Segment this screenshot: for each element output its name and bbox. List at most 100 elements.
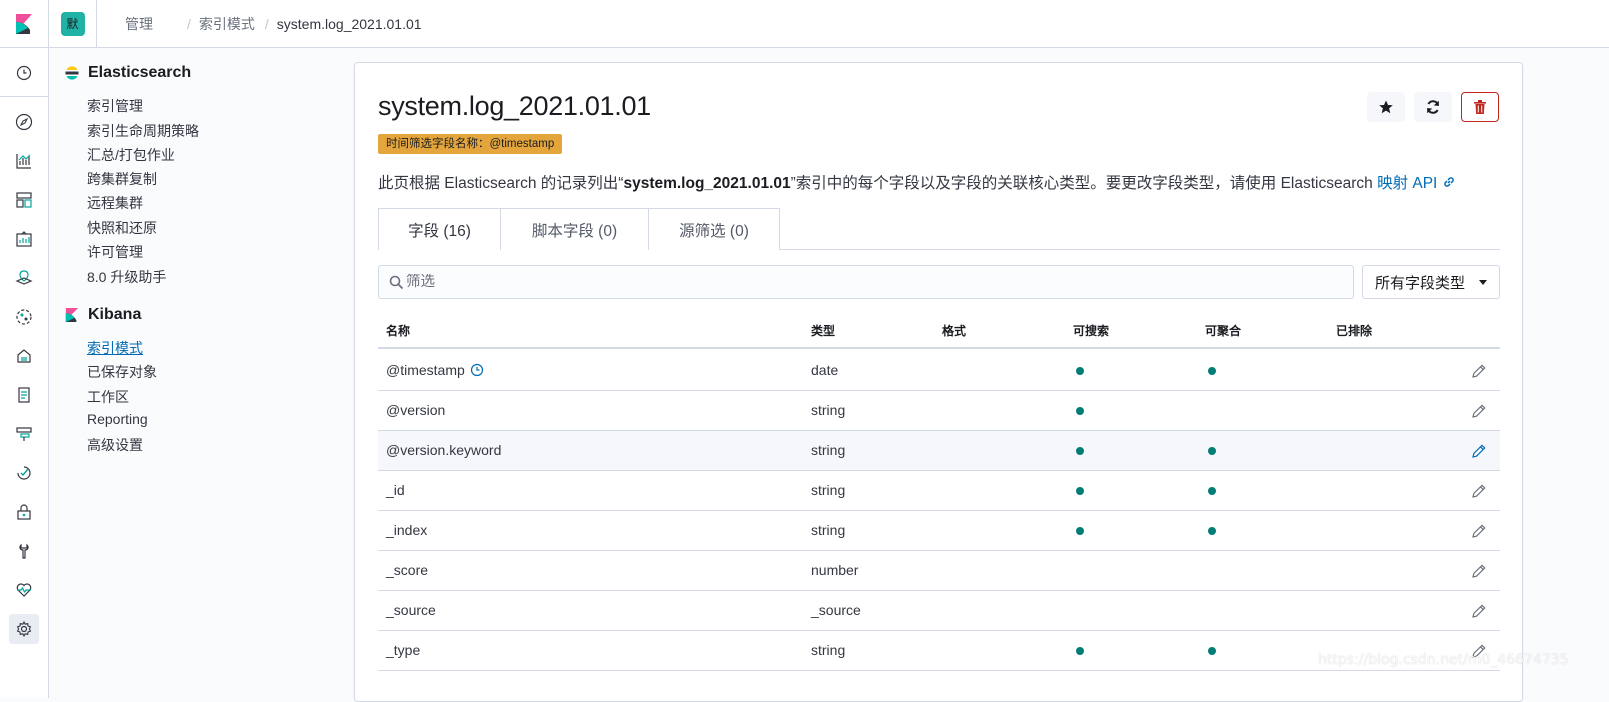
pencil-icon[interactable] (1470, 562, 1488, 580)
aggregatable-dot (1208, 447, 1216, 455)
space-selector[interactable]: 默 (49, 0, 97, 48)
refresh-icon (1427, 100, 1439, 114)
link-icon (1443, 177, 1454, 187)
column-format[interactable]: 格式 (942, 322, 966, 339)
compass-icon[interactable] (9, 107, 39, 137)
menu-item-ilm[interactable]: 索引生命周期策略 (87, 121, 199, 141)
logs-icon[interactable] (9, 380, 39, 410)
menu-item-license[interactable]: 许可管理 (87, 242, 143, 262)
menu-item-snapshot[interactable]: 快照和还原 (87, 218, 157, 238)
breadcrumb-current: system.log_2021.01.01 (276, 15, 422, 32)
field-name-cell: @timestamp (386, 362, 484, 378)
menu-item-ccr[interactable]: 跨集群复制 (87, 169, 157, 189)
mapping-api-link[interactable]: 映射 API (1377, 175, 1456, 192)
field-name: @version.keyword (386, 442, 502, 458)
field-type: string (811, 402, 846, 418)
field-name: @timestamp (386, 362, 465, 378)
searchable-dot (1076, 647, 1084, 655)
visualize-icon[interactable] (9, 146, 39, 176)
tab-scripted-fields[interactable]: 脚本字段 (0) (500, 208, 649, 250)
column-type[interactable]: 类型 (811, 322, 835, 339)
field-name-cell: _id (386, 482, 405, 498)
pencil-icon[interactable] (1470, 362, 1488, 380)
field-type: date (811, 362, 839, 378)
kibana-logo-icon (16, 13, 32, 34)
table-row: _score number (378, 551, 1500, 591)
field-type: string (811, 482, 846, 498)
menu-item-remote-clusters[interactable]: 远程集群 (87, 193, 143, 213)
set-default-button[interactable] (1367, 92, 1405, 122)
pencil-icon[interactable] (1470, 602, 1488, 620)
delete-index-pattern-button[interactable] (1461, 92, 1499, 122)
table-row: _id string (378, 471, 1500, 511)
menu-item-upgrade-assistant[interactable]: 8.0 升级助手 (87, 267, 166, 287)
menu-item-rollup[interactable]: 汇总/打包作业 (87, 145, 175, 165)
searchable-dot (1076, 447, 1084, 455)
kibana-icon (65, 308, 79, 322)
pencil-icon[interactable] (1470, 522, 1488, 540)
field-name-cell: @version.keyword (386, 442, 501, 458)
menu-item-index-patterns[interactable]: 索引模式 (87, 338, 143, 358)
searchable-dot (1076, 527, 1084, 535)
desc-suffix: ”索引中的每个字段以及字段的关联核心类型。要更改字段类型，请使用 Elastic… (790, 175, 1378, 192)
monitoring-icon[interactable] (9, 575, 39, 605)
management-icon[interactable] (9, 614, 39, 644)
table-row: _index string (378, 511, 1500, 551)
field-name-cell: _score (386, 562, 428, 578)
field-type: number (811, 562, 859, 578)
clock-icon[interactable] (9, 58, 39, 88)
ml-icon[interactable] (9, 302, 39, 332)
field-type: string (811, 642, 846, 658)
menu-item-index-management[interactable]: 索引管理 (87, 96, 143, 116)
breadcrumb: 管理 / 索引模式 / system.log_2021.01.01 (125, 14, 422, 34)
trash-icon (1474, 100, 1486, 114)
field-tabs: 字段 (16) 脚本字段 (0) 源筛选 (0) (378, 208, 1500, 250)
space-avatar: 默 (60, 11, 85, 36)
apm-icon[interactable] (9, 419, 39, 449)
field-name: _id (386, 482, 405, 498)
breadcrumb-management[interactable]: 管理 (125, 14, 153, 34)
page-description: 此页根据 Elasticsearch 的记录列出“system.log_2021… (378, 171, 1456, 193)
menu-item-saved-objects[interactable]: 已保存对象 (87, 362, 157, 382)
menu-item-spaces[interactable]: 工作区 (87, 387, 129, 407)
top-bar: 默 管理 / 索引模式 / system.log_2021.01.01 (0, 0, 1609, 48)
column-searchable[interactable]: 可搜索 (1073, 322, 1109, 339)
page-title: system.log_2021.01.01 (378, 91, 651, 121)
refresh-fields-button[interactable] (1414, 92, 1452, 122)
tab-source-filters[interactable]: 源筛选 (0) (648, 208, 780, 250)
menu-item-advanced-settings[interactable]: 高级设置 (87, 435, 143, 455)
kibana-logo[interactable] (0, 0, 49, 48)
table-row: _source _source (378, 591, 1500, 631)
siem-icon[interactable] (9, 497, 39, 527)
aggregatable-dot (1208, 487, 1216, 495)
field-name: _source (386, 602, 436, 618)
dev-tools-icon[interactable] (9, 536, 39, 566)
field-type-select-value: 所有字段类型 (1375, 274, 1466, 292)
kibana-section-title: Kibana (65, 306, 141, 324)
tab-fields[interactable]: 字段 (16) (378, 208, 501, 250)
canvas-icon[interactable] (9, 224, 39, 254)
elasticsearch-section-title: Elasticsearch (65, 64, 191, 82)
column-excluded[interactable]: 已排除 (1336, 322, 1372, 339)
filter-search-box[interactable] (378, 265, 1354, 299)
searchable-dot (1076, 487, 1084, 495)
pencil-icon[interactable] (1470, 482, 1488, 500)
column-aggregatable[interactable]: 可聚合 (1205, 322, 1241, 339)
desc-prefix: 此页根据 Elasticsearch 的记录列出“ (378, 175, 624, 192)
clock-icon (470, 363, 483, 377)
chevron-down-icon (1479, 280, 1487, 285)
filter-input[interactable] (406, 274, 1306, 290)
field-type-select[interactable]: 所有字段类型 (1362, 265, 1500, 299)
uptime-icon[interactable] (9, 458, 39, 488)
table-row: @version string (378, 391, 1500, 431)
field-type: _source (811, 602, 861, 618)
pencil-icon[interactable] (1470, 442, 1488, 460)
menu-item-reporting[interactable]: Reporting (87, 411, 148, 427)
column-name[interactable]: 名称 (386, 322, 410, 339)
breadcrumb-separator: / (187, 15, 191, 32)
breadcrumb-index-patterns[interactable]: 索引模式 (199, 14, 255, 34)
infrastructure-icon[interactable] (9, 341, 39, 371)
dashboard-icon[interactable] (9, 185, 39, 215)
pencil-icon[interactable] (1470, 402, 1488, 420)
maps-icon[interactable] (9, 263, 39, 293)
